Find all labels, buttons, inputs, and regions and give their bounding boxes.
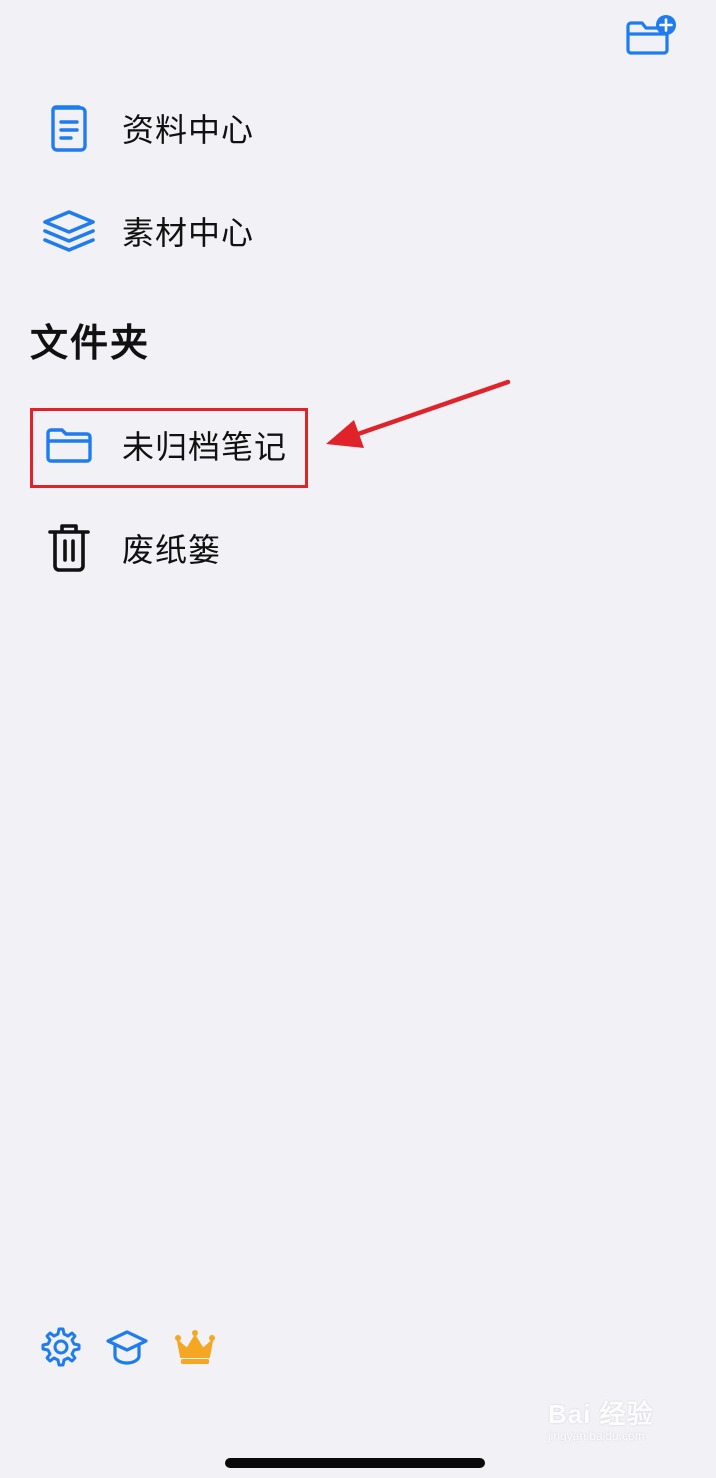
watermark-sub: jingyan.baidu.com (548, 1429, 645, 1443)
settings-button[interactable] (40, 1327, 82, 1371)
baidu-jingyan-watermark: Bai 经验 jingyan.baidu.com (548, 1394, 688, 1458)
nav-item-label: 资料中心 (122, 111, 255, 149)
watermark-main: Bai 经验 (548, 1399, 654, 1429)
nav-item-resource-center[interactable]: 资料中心 (30, 88, 550, 168)
graduation-cap-icon (105, 1327, 149, 1371)
nav-item-label: 素材中心 (122, 214, 255, 252)
folder-icon (30, 425, 108, 465)
folder-item-unarchived-notes[interactable]: 未归档笔记 (30, 405, 550, 485)
trash-icon (30, 522, 108, 574)
nav-item-material-center[interactable]: 素材中心 (30, 191, 550, 271)
crown-icon (173, 1327, 217, 1371)
layers-icon (30, 208, 108, 254)
home-indicator[interactable] (225, 1458, 485, 1468)
folders-section-title: 文件夹 (30, 321, 151, 365)
folder-item-label: 废纸篓 (122, 531, 222, 569)
folder-plus-icon (624, 14, 678, 58)
tutorial-button[interactable] (106, 1328, 148, 1370)
premium-button[interactable] (174, 1328, 216, 1370)
folder-item-label: 未归档笔记 (122, 428, 288, 466)
new-folder-button[interactable] (624, 14, 678, 58)
document-icon (30, 102, 108, 154)
folder-item-trash[interactable]: 废纸篓 (30, 508, 550, 588)
gear-icon (41, 1327, 81, 1371)
